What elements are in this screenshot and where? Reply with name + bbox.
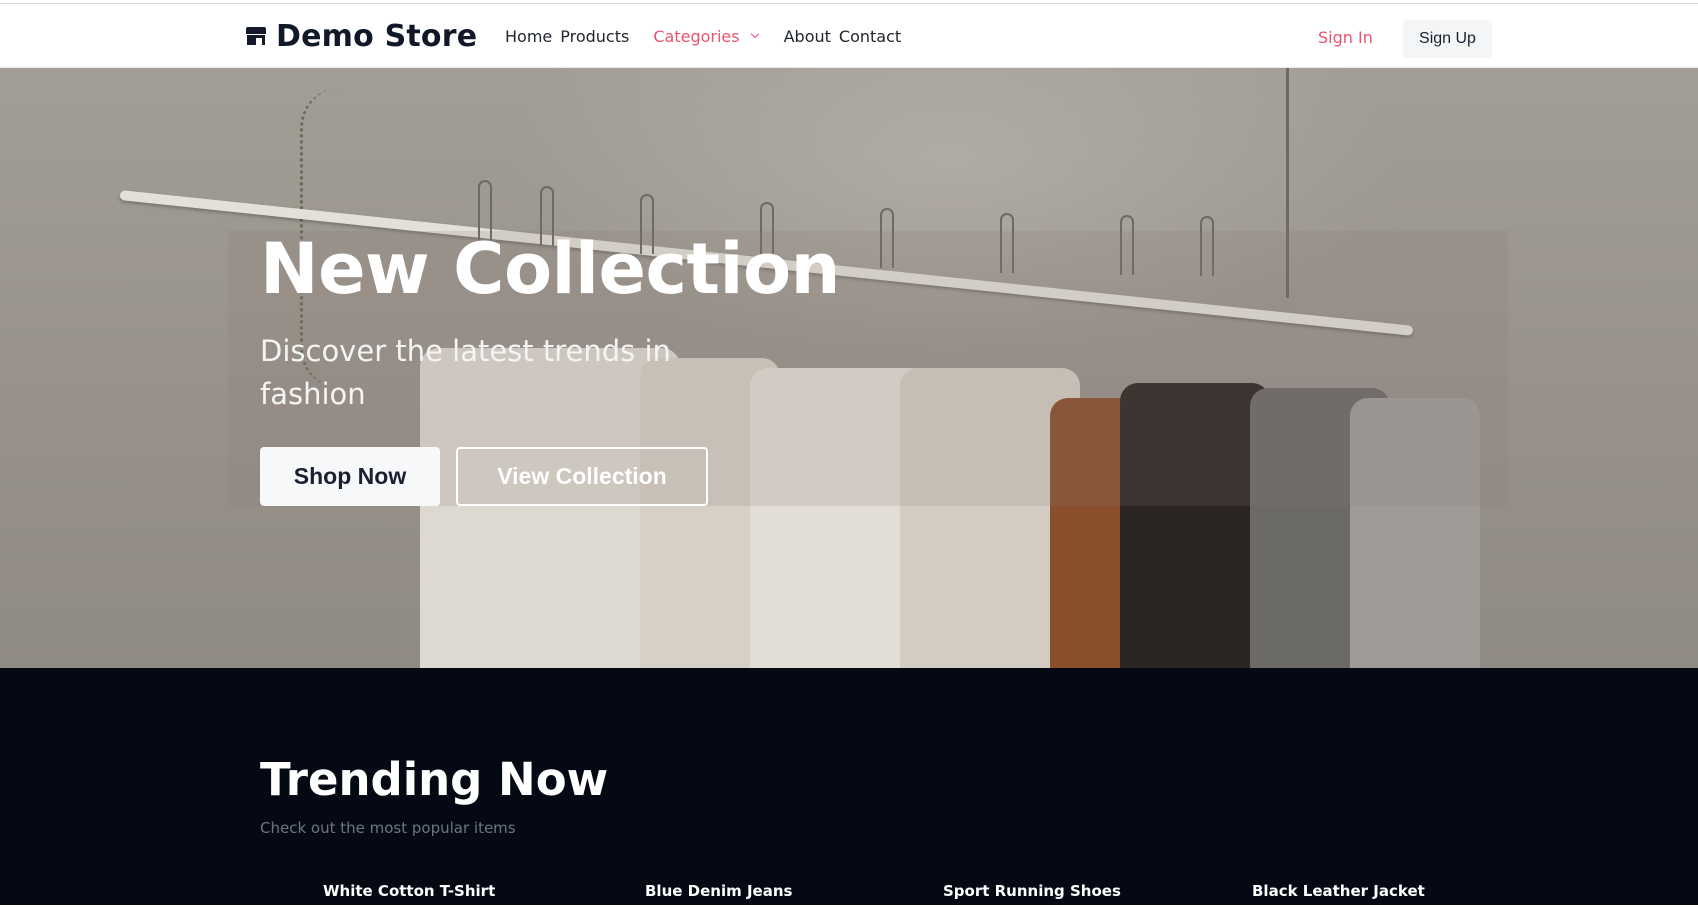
shop-now-button[interactable]: Shop Now — [260, 447, 440, 506]
store-icon — [246, 27, 266, 45]
hero-title: New Collection — [260, 228, 840, 310]
hero-banner: New Collection Discover the latest trend… — [0, 68, 1698, 668]
nav-categories-label: Categories — [653, 26, 740, 46]
trending-subtitle: Check out the most popular items — [260, 819, 516, 837]
product-name[interactable]: Blue Denim Jeans — [645, 882, 792, 900]
brand-name[interactable]: Demo Store — [276, 19, 477, 54]
chevron-down-icon — [750, 29, 759, 39]
nav-categories-dropdown[interactable]: Categories — [653, 26, 759, 46]
brand-logo[interactable]: Demo Store — [246, 18, 477, 54]
nav-home[interactable]: Home — [505, 27, 552, 46]
sign-up-button[interactable]: Sign Up — [1403, 20, 1492, 58]
nav-contact[interactable]: Contact — [839, 27, 901, 46]
trending-title: Trending Now — [260, 753, 609, 806]
nav-products[interactable]: Products — [560, 27, 629, 46]
view-collection-button[interactable]: View Collection — [456, 447, 708, 506]
sign-in-link[interactable]: Sign In — [1318, 20, 1373, 56]
product-name[interactable]: White Cotton T-Shirt — [323, 882, 495, 900]
main-nav: Home Products Categories About Contact — [505, 18, 909, 54]
product-name[interactable]: Black Leather Jacket — [1252, 882, 1425, 900]
nav-about[interactable]: About — [784, 27, 831, 46]
site-header: Demo Store Home Products Categories Abou… — [0, 4, 1698, 68]
product-name[interactable]: Sport Running Shoes — [943, 882, 1121, 900]
trending-section: Trending Now Check out the most popular … — [0, 668, 1698, 905]
hero-subtitle: Discover the latest trends in fashion — [260, 334, 671, 411]
product-grid: White Cotton T-Shirt Blue Denim Jeans Sp… — [0, 882, 1698, 908]
